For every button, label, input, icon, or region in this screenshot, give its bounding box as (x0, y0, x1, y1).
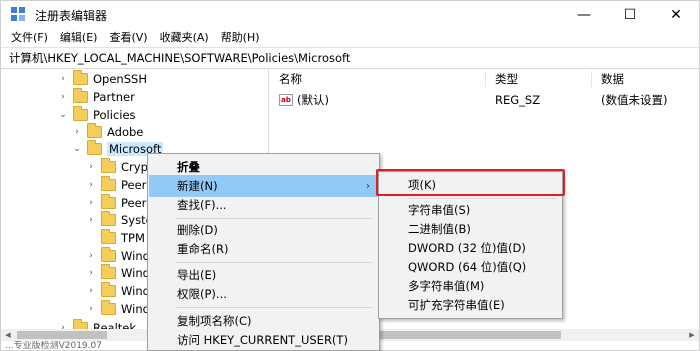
tree-item-policies[interactable]: ⌄ Policies (57, 106, 136, 124)
expand-chevron-icon[interactable]: › (85, 198, 97, 208)
tree-item-crypt[interactable]: › Crypt (85, 158, 152, 176)
expand-chevron-icon[interactable]: › (85, 215, 97, 225)
column-header-name[interactable]: 名称 (279, 71, 302, 87)
submenu-arrow-icon: › (366, 180, 370, 192)
folder-icon (101, 176, 116, 191)
menu-item-find[interactable]: 查找(F)... (149, 194, 378, 216)
context-menu: 折叠 新建(N) › 查找(F)... 删除(D) 重命名(R) 导出(E) 权… (147, 153, 380, 351)
folder-icon (101, 229, 116, 244)
menu-item-rename[interactable]: 重命名(R) (149, 238, 378, 260)
submenu-item-expandable-string-value[interactable]: 可扩充字符串值(E) (380, 294, 561, 316)
menu-edit[interactable]: 编辑(E) (54, 29, 104, 47)
scroll-right-icon[interactable]: ▶ (685, 329, 699, 341)
list-item[interactable]: ab (默认) REG_SZ (数值未设置) (271, 91, 699, 109)
column-header-data[interactable]: 数据 (601, 71, 624, 87)
tree-item-label: Adobe (107, 125, 144, 139)
scrollbar-thumb[interactable] (17, 331, 107, 339)
folder-icon (87, 123, 102, 138)
registry-editor-icon (11, 7, 27, 23)
value-data: (数值未设置) (601, 93, 668, 107)
expand-chevron-icon[interactable]: › (85, 304, 97, 314)
folder-icon (87, 140, 102, 155)
folder-icon (101, 194, 116, 209)
menu-item-label: 新建(N) (177, 179, 218, 193)
tree-item-peern[interactable]: › Peern (85, 194, 154, 212)
folder-icon (101, 158, 116, 173)
menu-separator (176, 307, 373, 308)
tree-item-label: TPM (121, 231, 145, 245)
string-value-icon: ab (279, 94, 293, 106)
expand-chevron-icon[interactable]: › (85, 162, 97, 172)
folder-icon (101, 282, 116, 297)
scroll-left-icon[interactable]: ◀ (1, 329, 15, 341)
expand-chevron-icon[interactable]: › (57, 92, 69, 102)
expand-chevron-icon[interactable]: › (85, 268, 97, 278)
maximize-button[interactable]: ☐ (607, 1, 653, 29)
status-text: ...专业版检测V2019.07 (5, 341, 102, 351)
tree-item-label: Policies (93, 108, 136, 122)
menu-item-goto-hkcu[interactable]: 访问 HKEY_CURRENT_USER(T) (149, 329, 378, 351)
menu-view[interactable]: 查看(V) (103, 29, 153, 47)
folder-icon (101, 264, 116, 279)
close-button[interactable]: ✕ (653, 1, 699, 29)
collapse-chevron-icon[interactable]: ⌄ (57, 110, 69, 120)
list-header: 名称 类型 数据 (271, 69, 699, 89)
app-title: 注册表编辑器 (35, 8, 108, 23)
menu-favorites[interactable]: 收藏夹(A) (154, 29, 215, 47)
expand-chevron-icon[interactable]: › (85, 180, 97, 190)
tree-item-peerd[interactable]: › PeerD (85, 176, 155, 194)
menu-file[interactable]: 文件(F) (5, 29, 54, 47)
folder-icon (73, 70, 88, 85)
expand-chevron-icon[interactable]: › (85, 251, 97, 261)
tree-item-tpm[interactable]: TPM (85, 229, 145, 247)
column-divider[interactable] (591, 71, 592, 87)
folder-icon (101, 211, 116, 226)
minimize-button[interactable]: — (561, 1, 607, 29)
column-header-type[interactable]: 类型 (495, 71, 518, 87)
menu-help[interactable]: 帮助(H) (215, 29, 266, 47)
title-bar[interactable]: 注册表编辑器 — ☐ ✕ (1, 1, 699, 29)
tree-item-label: Partner (93, 90, 135, 104)
value-name: (默认) (297, 93, 329, 107)
folder-icon (73, 88, 88, 103)
menu-item-permissions[interactable]: 权限(P)... (149, 283, 378, 305)
value-type: REG_SZ (495, 93, 541, 107)
window-controls: — ☐ ✕ (561, 1, 699, 29)
expand-chevron-icon[interactable]: › (71, 127, 83, 137)
column-divider[interactable] (485, 71, 486, 87)
folder-icon (101, 300, 116, 315)
address-path[interactable]: 计算机\HKEY_LOCAL_MACHINE\SOFTWARE\Policies… (9, 50, 350, 66)
registry-editor-window: 注册表编辑器 — ☐ ✕ 文件(F) 编辑(E) 查看(V) 收藏夹(A) 帮助… (0, 0, 700, 351)
folder-icon (101, 247, 116, 262)
menu-bar: 文件(F) 编辑(E) 查看(V) 收藏夹(A) 帮助(H) (1, 29, 266, 47)
collapse-chevron-icon[interactable]: ⌄ (71, 144, 83, 154)
address-bar[interactable]: 计算机\HKEY_LOCAL_MACHINE\SOFTWARE\Policies… (1, 47, 699, 69)
folder-icon (73, 106, 88, 121)
menu-separator (176, 262, 373, 263)
tree-item-label: OpenSSH (93, 72, 147, 86)
tree-item-adobe[interactable]: › Adobe (71, 123, 143, 141)
tree-item-partner[interactable]: › Partner (57, 88, 135, 106)
expand-chevron-icon[interactable]: › (57, 74, 69, 84)
expand-chevron-icon[interactable]: › (85, 286, 97, 296)
tree-item-openssh[interactable]: › OpenSSH (57, 70, 147, 88)
highlight-annotation-box (376, 169, 565, 196)
